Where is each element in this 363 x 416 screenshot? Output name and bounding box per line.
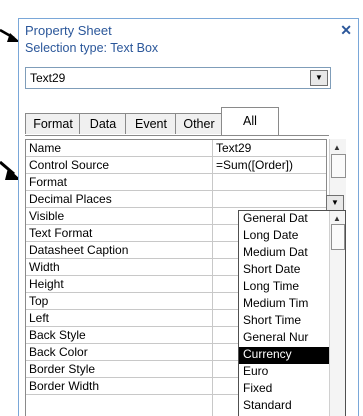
property-name: Back Color xyxy=(29,345,88,359)
tab-other[interactable]: Other xyxy=(175,113,223,134)
format-option[interactable]: Euro xyxy=(239,364,331,381)
property-row[interactable]: Format xyxy=(26,174,326,191)
selection-type-label: Selection type: xyxy=(25,41,107,55)
property-name: Border Style xyxy=(29,362,96,376)
selection-type-value: Text Box xyxy=(110,41,159,55)
scroll-up-icon[interactable]: ▲ xyxy=(333,143,341,152)
property-name: Height xyxy=(29,277,64,291)
scroll-thumb[interactable] xyxy=(331,224,345,250)
property-row[interactable]: Name Text29 xyxy=(26,140,326,157)
property-name: Name xyxy=(29,141,62,155)
tab-divider xyxy=(25,135,329,136)
format-dropdown-list[interactable]: General Dat Long Date Medium Dat Short Date… xyxy=(238,210,346,416)
format-option[interactable]: Short Time xyxy=(239,313,331,330)
format-option[interactable]: Medium Tim xyxy=(239,296,331,313)
tab-data[interactable]: Data xyxy=(79,113,127,134)
property-name: Format xyxy=(29,175,68,189)
panel-title: Property Sheet xyxy=(25,23,112,38)
format-option[interactable]: Fixed xyxy=(239,381,331,398)
property-row[interactable]: Control Source =Sum([Order]) xyxy=(26,157,326,174)
format-option[interactable]: General Dat xyxy=(239,211,331,228)
scroll-up-icon[interactable]: ▲ xyxy=(333,214,341,223)
property-sheet: Property Sheet ✕ Selection type: Text Bo… xyxy=(18,18,359,416)
format-option[interactable]: Long Time xyxy=(239,279,331,296)
property-name: Visible xyxy=(29,209,65,223)
property-name: Border Width xyxy=(29,379,100,393)
dropdown-arrow-icon[interactable]: ▼ xyxy=(310,70,328,86)
tab-format[interactable]: Format xyxy=(25,113,81,134)
selection-type: Selection type: Text Box xyxy=(25,41,158,55)
close-icon[interactable]: ✕ xyxy=(340,22,352,39)
dropdown-scrollbar[interactable]: ▲ xyxy=(329,211,345,416)
dropdown-arrow-icon[interactable]: ▼ xyxy=(326,195,344,211)
object-selector-value: Text29 xyxy=(30,71,66,85)
property-name: Left xyxy=(29,311,50,325)
format-option[interactable]: Currency xyxy=(239,347,331,364)
format-option[interactable]: Long Date xyxy=(239,228,331,245)
scroll-thumb[interactable] xyxy=(331,154,346,178)
property-value[interactable]: =Sum([Order]) xyxy=(216,158,293,172)
tab-all[interactable]: All xyxy=(221,107,279,135)
property-name: Top xyxy=(29,294,49,308)
property-name: Text Format xyxy=(29,226,93,240)
property-name: Width xyxy=(29,260,60,274)
property-value[interactable]: Text29 xyxy=(216,141,251,155)
property-name: Back Style xyxy=(29,328,86,342)
format-option[interactable]: General Nur xyxy=(239,330,331,347)
format-option[interactable]: Standard xyxy=(239,398,331,415)
property-name: Control Source xyxy=(29,158,110,172)
object-selector[interactable]: Text29 ▼ xyxy=(25,67,331,89)
format-option[interactable]: Medium Dat xyxy=(239,245,331,262)
property-row[interactable]: Decimal Places xyxy=(26,191,326,208)
tab-event[interactable]: Event xyxy=(125,113,177,134)
property-name: Decimal Places xyxy=(29,192,112,206)
property-name: Datasheet Caption xyxy=(29,243,129,257)
format-option[interactable]: Short Date xyxy=(239,262,331,279)
